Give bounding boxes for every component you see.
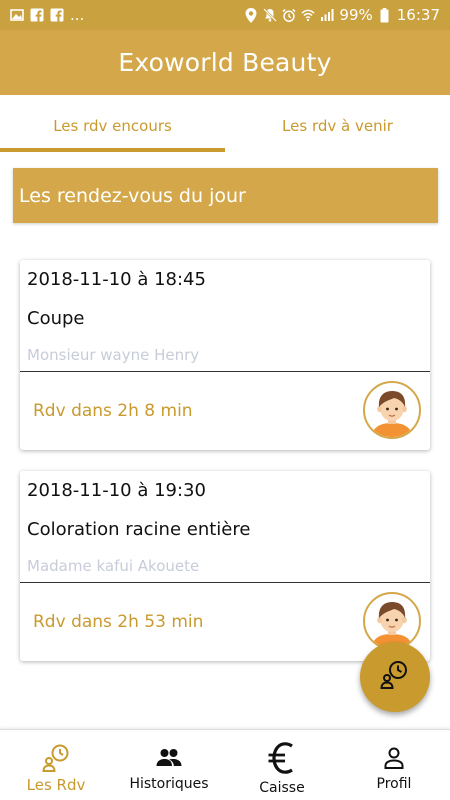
alarm-icon: [282, 8, 296, 22]
card-divider: [20, 371, 430, 372]
nav-caisse[interactable]: Caisse: [226, 730, 338, 800]
nav-historiques[interactable]: Historiques: [113, 730, 225, 800]
active-tab-indicator: [0, 148, 225, 152]
euro-icon: [267, 742, 297, 774]
app-title: Exoworld Beauty: [118, 48, 332, 77]
appointment-service: Coupe: [27, 308, 85, 329]
clock-time: 16:37: [396, 6, 440, 24]
people-icon: [156, 744, 182, 772]
appointment-countdown: Rdv dans 2h 53 min: [33, 612, 204, 632]
signal-icon: [320, 8, 334, 22]
facebook-icon: [50, 8, 64, 22]
tab-rdv-a-venir[interactable]: Les rdv à venir: [225, 95, 450, 157]
user-avatar-icon: [363, 381, 421, 439]
status-notifications: ...: [10, 6, 84, 24]
appointment-client: Madame kafui Akouete: [27, 557, 200, 575]
appointment-service: Coloration racine entière: [27, 519, 251, 540]
person-clock-icon: [379, 659, 411, 696]
wifi-icon: [301, 8, 316, 22]
battery-icon: [378, 7, 392, 22]
status-system: 99% 16:37: [244, 6, 440, 24]
bottom-navigation: Les Rdv Historiques Caisse Profil: [0, 729, 450, 800]
image-notification-icon: [10, 8, 24, 22]
section-title: Les rendez-vous du jour: [13, 168, 438, 223]
facebook-icon: [30, 8, 44, 22]
nav-profil[interactable]: Profil: [338, 730, 450, 800]
card-divider: [20, 582, 430, 583]
appointment-card[interactable]: 2018-11-10 à 18:45 Coupe Monsieur wayne …: [20, 260, 430, 450]
appointment-client: Monsieur wayne Henry: [27, 346, 200, 364]
nav-label: Les Rdv: [26, 776, 86, 794]
appointment-datetime: 2018-11-10 à 18:45: [27, 269, 206, 290]
appointment-datetime: 2018-11-10 à 19:30: [27, 480, 206, 501]
battery-percent: 99%: [339, 6, 373, 24]
appointment-countdown: Rdv dans 2h 8 min: [33, 401, 193, 421]
nav-label: Historiques: [129, 776, 209, 792]
more-notifications: ...: [70, 6, 85, 24]
nav-label: Profil: [376, 776, 412, 792]
person-icon: [384, 744, 404, 772]
tab-bar: Les rdv encours Les rdv à venir: [0, 95, 450, 157]
mute-icon: [263, 8, 278, 22]
nav-label: Caisse: [259, 780, 305, 796]
appointment-card[interactable]: 2018-11-10 à 19:30 Coloration racine ent…: [20, 471, 430, 661]
nav-les-rdv[interactable]: Les Rdv: [0, 730, 112, 800]
person-clock-icon: [41, 744, 71, 772]
status-bar: ... 99% 16:37: [0, 0, 450, 30]
add-appointment-fab[interactable]: [360, 642, 430, 712]
location-icon: [244, 7, 258, 23]
app-bar: Exoworld Beauty: [0, 30, 450, 95]
